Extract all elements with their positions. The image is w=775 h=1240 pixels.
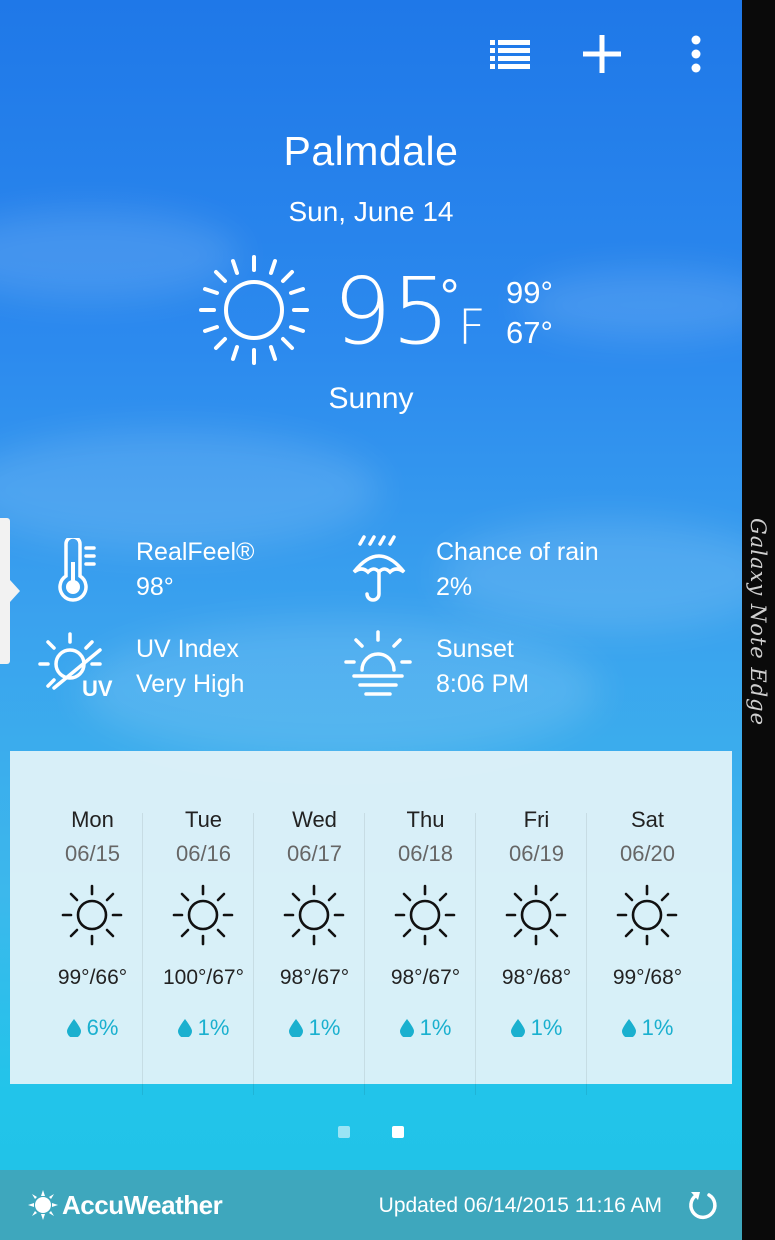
rain-percent: 1%: [308, 1015, 341, 1040]
realfeel-label: RealFeel®: [136, 538, 255, 566]
umbrella-rain-icon: [352, 535, 406, 602]
page-indicator-2[interactable]: [392, 1126, 404, 1138]
chance-of-rain-value: 2%: [436, 573, 473, 601]
forecast-divider: [364, 813, 365, 1095]
rain-percent: 6%: [86, 1015, 119, 1040]
city-name[interactable]: Palmdale: [0, 128, 742, 175]
uv-index-icon: UV: [38, 632, 113, 700]
list-button[interactable]: [486, 30, 534, 78]
chance-of-rain-label: Chance of rain: [436, 538, 599, 566]
sun-icon: [171, 883, 235, 952]
add-location-button[interactable]: [578, 30, 626, 78]
uv-index-label: UV Index: [136, 635, 239, 663]
forecast-day-mon[interactable]: Mon 06/15 99°/66° 6%: [37, 751, 148, 1084]
rain-percent: 1%: [419, 1015, 452, 1040]
more-vert-icon: [691, 35, 701, 73]
forecast-day-sat[interactable]: Sat 06/20 99°/68° 1%: [592, 751, 703, 1084]
refresh-button[interactable]: [684, 1186, 722, 1224]
plus-icon: [583, 35, 621, 73]
last-updated: Updated 06/14/2015 11:16 AM: [378, 1194, 662, 1217]
realfeel-value: 98°: [136, 573, 174, 601]
weather-screen: Palmdale Sun, June 14 95 ° F 99° 67° Sun…: [0, 0, 742, 1240]
forecast-day-tue[interactable]: Tue 06/16 100°/67° 1%: [148, 751, 259, 1084]
forecast-day-name: Sat: [630, 807, 665, 832]
raindrop-icon: [66, 1015, 87, 1040]
forecast-day-name: Fri: [523, 807, 550, 832]
forecast-high-low: 98°/67°: [279, 966, 350, 989]
forecast-high-low: 100°/67°: [162, 966, 245, 989]
forecast-panel[interactable]: Mon 06/15 99°/66° 6% Tue 06/16 100°/67° 1% Wed 06…: [10, 751, 732, 1095]
sun-icon: [393, 883, 457, 952]
forecast-day-name: Wed: [292, 807, 337, 832]
uv-index-value: Very High: [136, 670, 245, 698]
sun-icon: [615, 883, 679, 952]
svg-text:UV: UV: [82, 676, 113, 700]
forecast-day-fri[interactable]: Fri 06/19 98°/68° 1%: [481, 751, 592, 1084]
forecast-rain-chance: 1%: [592, 1015, 703, 1041]
sun-icon: [199, 255, 309, 365]
cloud-decoration: [0, 430, 380, 550]
forecast-high-low: 98°/68°: [501, 966, 572, 989]
sunset-label: Sunset: [436, 635, 514, 663]
list-icon: [490, 40, 530, 69]
raindrop-icon: [621, 1015, 642, 1040]
forecast-day-name: Thu: [406, 807, 445, 832]
degree-symbol: °: [440, 271, 460, 324]
sun-icon: [282, 883, 346, 952]
forecast-divider: [142, 813, 143, 1095]
forecast-day-wed[interactable]: Wed 06/17 98°/67° 1%: [259, 751, 370, 1084]
forecast-date: 06/20: [619, 841, 676, 866]
rain-percent: 1%: [197, 1015, 230, 1040]
low-temperature: 67°: [506, 315, 553, 350]
high-temperature: 99°: [506, 275, 553, 310]
forecast-rain-chance: 1%: [481, 1015, 592, 1041]
forecast-day-name: Tue: [184, 807, 223, 832]
forecast-rain-chance: 6%: [37, 1015, 148, 1041]
forecast-divider: [475, 813, 476, 1095]
forecast-high-low: 99°/66°: [57, 966, 128, 989]
forecast-high-low: 98°/67°: [390, 966, 461, 989]
forecast-date: 06/18: [397, 841, 454, 866]
forecast-date: 06/17: [286, 841, 343, 866]
page-indicator-1[interactable]: [338, 1126, 350, 1138]
thermometer-icon: [58, 538, 96, 602]
sun-icon: [504, 883, 568, 952]
sunset-value: 8:06 PM: [436, 670, 530, 698]
rain-percent: 1%: [530, 1015, 563, 1040]
forecast-divider: [586, 813, 587, 1095]
raindrop-icon: [177, 1015, 198, 1040]
raindrop-icon: [510, 1015, 531, 1040]
forecast-date: 06/16: [175, 841, 232, 866]
side-panel-handle[interactable]: [0, 518, 20, 664]
forecast-rain-chance: 1%: [148, 1015, 259, 1041]
forecast-rain-chance: 1%: [370, 1015, 481, 1041]
forecast-day-thu[interactable]: Thu 06/18 98°/67° 1%: [370, 751, 481, 1084]
current-temperature: 95: [333, 258, 451, 365]
accuweather-logo-icon: [28, 1190, 58, 1220]
sunset-icon: [344, 630, 412, 696]
forecast-day-name: Mon: [71, 807, 114, 832]
forecast-divider: [253, 813, 254, 1095]
raindrop-icon: [399, 1015, 420, 1040]
edge-panel-label: Galaxy Note Edge: [746, 517, 770, 727]
refresh-icon: [689, 1192, 717, 1220]
accuweather-brand[interactable]: AccuWeather: [62, 1190, 223, 1221]
rain-percent: 1%: [641, 1015, 674, 1040]
forecast-date: 06/19: [508, 841, 565, 866]
more-options-button[interactable]: [672, 30, 720, 78]
forecast-high-low: 99°/68°: [612, 966, 683, 989]
cloud-decoration: [440, 520, 742, 630]
weather-condition: Sunny: [328, 382, 414, 415]
temperature-unit: F: [458, 300, 486, 356]
sun-icon: [60, 883, 124, 952]
current-date: Sun, June 14: [288, 196, 454, 227]
cloud-decoration: [520, 270, 742, 340]
forecast-rain-chance: 1%: [259, 1015, 370, 1041]
raindrop-icon: [288, 1015, 309, 1040]
forecast-date: 06/15: [64, 841, 121, 866]
